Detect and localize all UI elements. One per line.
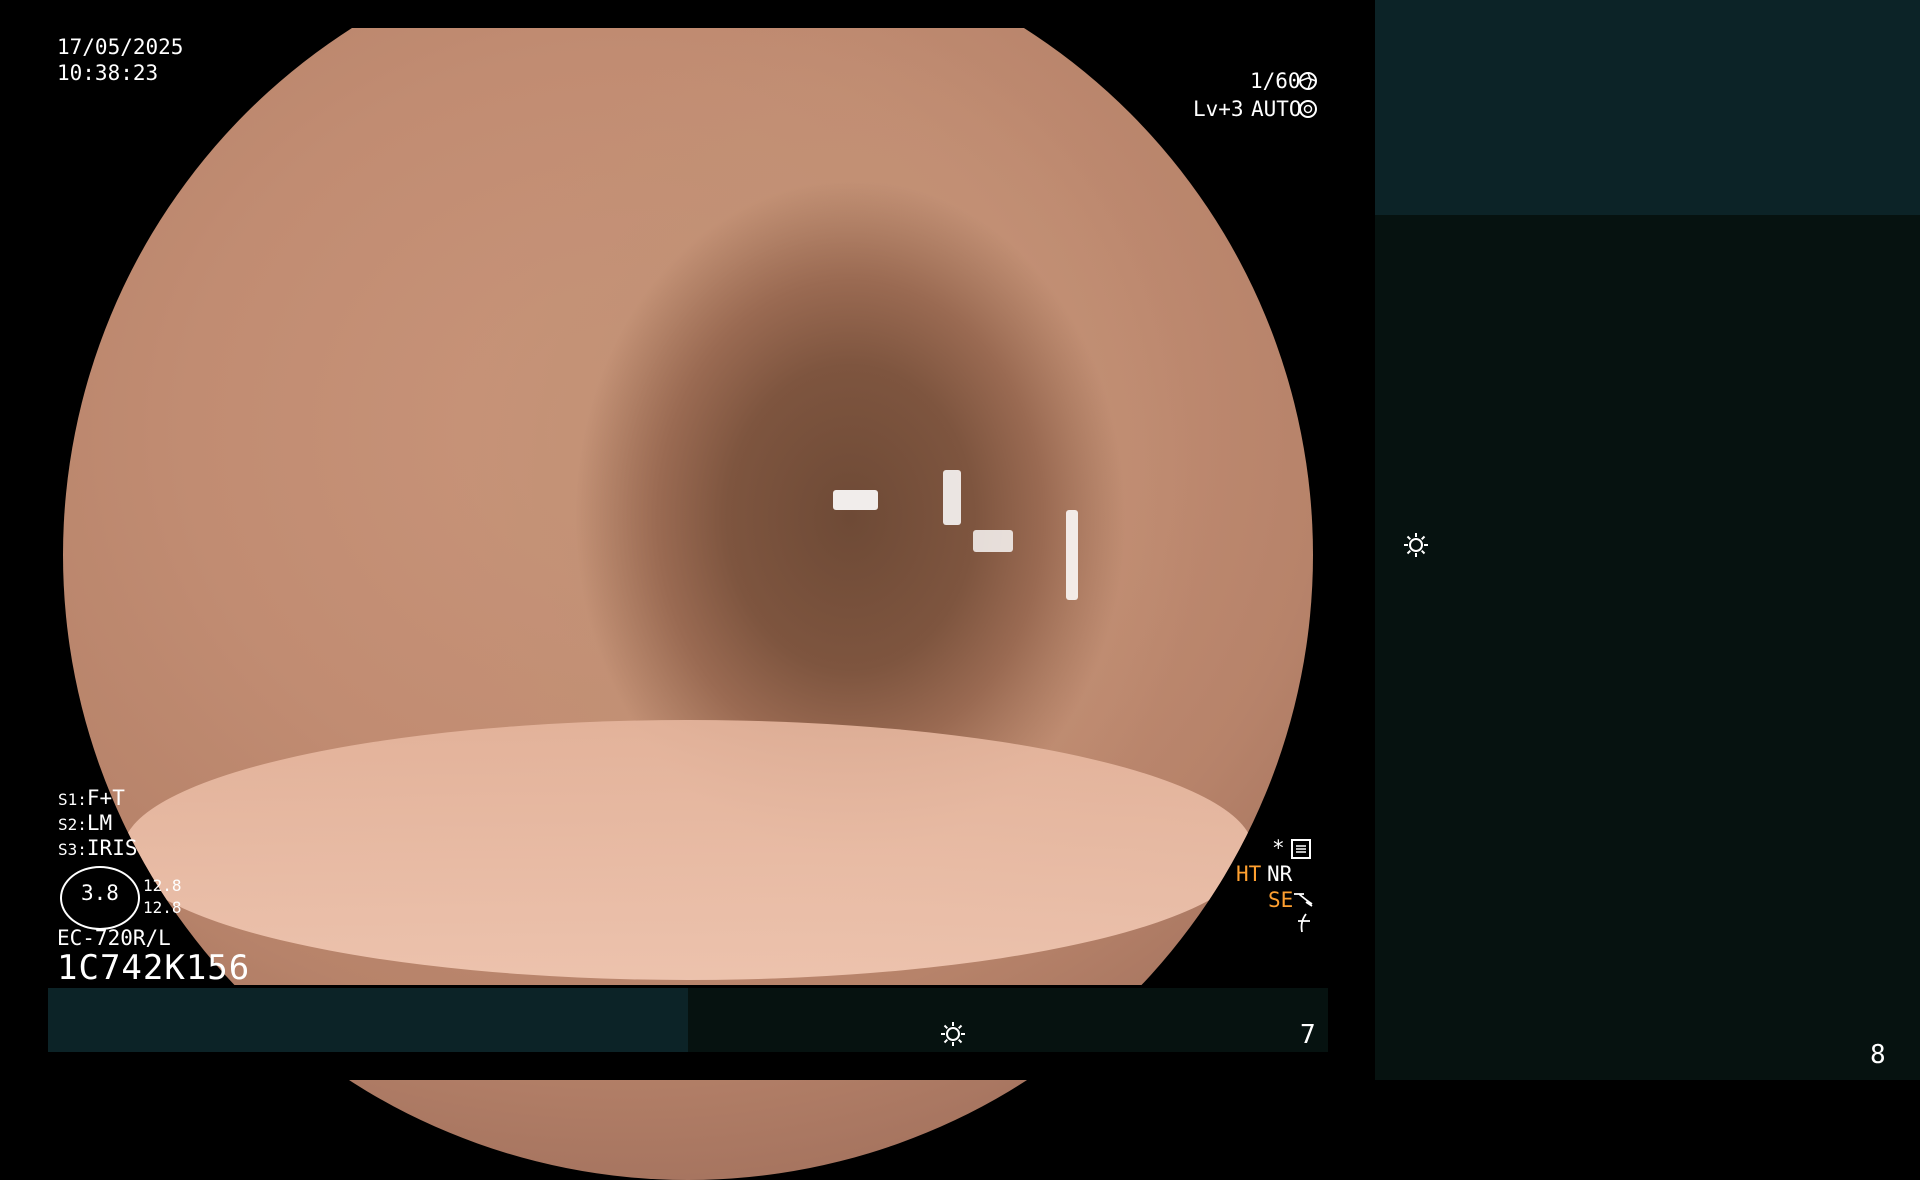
gauge-bottom-value: 12.8: [143, 898, 182, 917]
setting-s1: S1:F+T: [58, 785, 125, 811]
se-indicator: SE: [1268, 888, 1294, 912]
setting-s3-value: IRIS: [86, 836, 138, 860]
specular-highlight: [973, 530, 1013, 552]
gauge-value: 3.8: [81, 881, 119, 905]
side-panel-header: [1375, 0, 1920, 215]
asterisk-marker: *: [1272, 836, 1285, 860]
serial-number: 1C742K156: [57, 948, 251, 988]
specular-highlight: [943, 470, 961, 525]
settings-box-icon: [1291, 839, 1311, 859]
thumbnail-strip-left: [48, 988, 688, 1052]
setting-s1-value: F+T: [86, 786, 125, 810]
frame-mask-top: [0, 0, 1375, 28]
date-label: 17/05/2025: [57, 35, 184, 59]
setting-s2: S2:LM: [58, 810, 112, 836]
sun-icon[interactable]: [939, 1020, 967, 1048]
setting-s2-value: LM: [86, 811, 113, 835]
level-label: Lv+3: [1193, 97, 1244, 121]
thumbnail-strip-right: [688, 988, 1328, 1052]
nr-indicator: NR: [1267, 862, 1293, 886]
setting-s1-label: S1:: [58, 790, 87, 809]
iris-mode-label: AUTO: [1251, 97, 1302, 121]
specular-highlight: [1066, 510, 1078, 600]
gauge-top-value: 12.8: [143, 876, 182, 895]
sun-icon[interactable]: [1402, 531, 1430, 559]
panel-image-count: 8: [1870, 1040, 1886, 1070]
iris-icon: [1299, 100, 1317, 118]
filter-icon: [1298, 913, 1310, 933]
specular-highlight: [833, 490, 878, 510]
enhance-icon: [1294, 893, 1313, 907]
setting-s3: S3:IRIS: [58, 835, 137, 861]
mucosal-fold: [123, 720, 1253, 980]
ht-indicator: HT: [1236, 862, 1262, 886]
time-label: 10:38:23: [57, 61, 159, 85]
aperture-icon: [1299, 72, 1317, 90]
bottom-image-count: 7: [1300, 1020, 1316, 1050]
side-panel: [1375, 215, 1920, 1080]
shutter-label: 1/60: [1250, 69, 1301, 93]
setting-s2-label: S2:: [58, 815, 87, 834]
setting-s3-label: S3:: [58, 840, 87, 859]
